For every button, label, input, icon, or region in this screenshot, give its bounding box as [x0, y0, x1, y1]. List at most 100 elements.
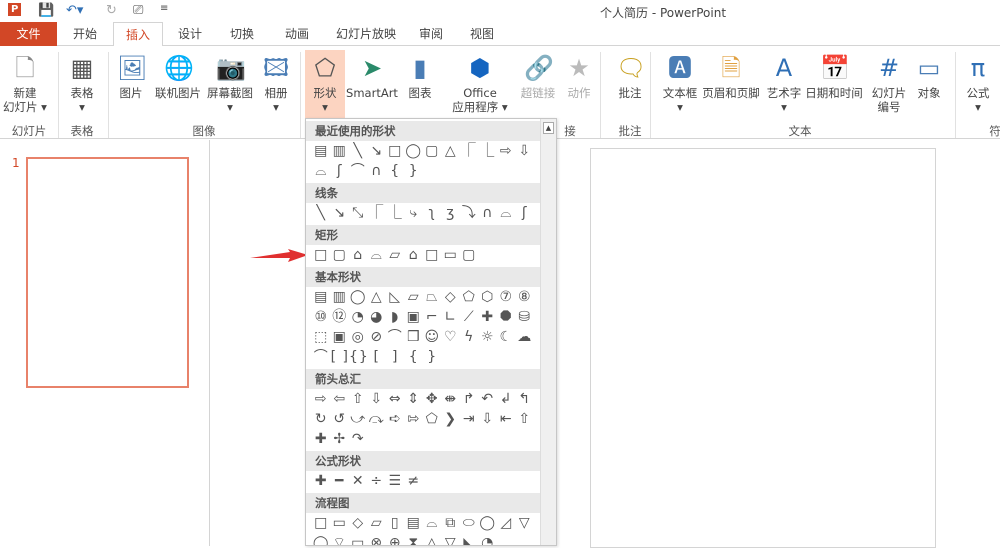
- ribbon-button-new-slide[interactable]: 🗋 新建 幻灯片 ▾: [2, 50, 48, 114]
- shape-item[interactable]: ⤻: [349, 409, 368, 429]
- shape-item[interactable]: ÷: [368, 471, 387, 491]
- shape-item[interactable]: ❒: [405, 327, 424, 347]
- shape-item[interactable]: ⌒: [312, 347, 331, 367]
- ribbon-button-textbox[interactable]: 🅰 文本框 ▾: [657, 50, 703, 114]
- shape-item[interactable]: ◯: [349, 287, 368, 307]
- tab-3[interactable]: 设计: [166, 22, 214, 46]
- shape-item[interactable]: [: [368, 347, 387, 367]
- ribbon-button-table[interactable]: ▦ 表格 ▾: [62, 50, 102, 114]
- shape-item[interactable]: ▭: [349, 533, 368, 545]
- shape-item[interactable]: □: [312, 513, 331, 533]
- slide-canvas[interactable]: [590, 148, 936, 548]
- shape-item[interactable]: ✚: [479, 307, 498, 327]
- shape-item[interactable]: ⇧: [516, 409, 535, 429]
- shape-item[interactable]: ⇼: [442, 389, 461, 409]
- shape-item[interactable]: ◔: [479, 533, 498, 545]
- shape-item[interactable]: ʒ: [442, 203, 461, 223]
- shape-item[interactable]: ]: [386, 347, 405, 367]
- shape-item[interactable]: ◿: [497, 513, 516, 533]
- shape-item[interactable]: ⤵: [460, 203, 479, 223]
- shape-item[interactable]: ▥: [331, 287, 350, 307]
- shape-item[interactable]: ⊗: [368, 533, 387, 545]
- shape-item[interactable]: ◔: [349, 307, 368, 327]
- shape-item[interactable]: ☾: [497, 327, 516, 347]
- shape-item[interactable]: ⏢: [423, 287, 442, 307]
- shape-item[interactable]: ▢: [460, 245, 479, 265]
- shape-item[interactable]: ◣: [460, 533, 479, 545]
- shape-item[interactable]: ━: [331, 471, 350, 491]
- shape-item[interactable]: ⧉: [442, 513, 461, 533]
- shape-item[interactable]: ⑦: [497, 287, 516, 307]
- shape-item[interactable]: ▱: [405, 287, 424, 307]
- ribbon-button-chart[interactable]: ▮ 图表: [402, 50, 438, 100]
- shape-item[interactable]: ♡: [442, 327, 461, 347]
- ribbon-button-datetime[interactable]: 📅 日期和时间: [803, 50, 865, 100]
- shape-item[interactable]: □: [423, 245, 442, 265]
- ribbon-button-smartart[interactable]: ➤ SmartArt: [346, 50, 398, 100]
- shape-item[interactable]: ⤷: [405, 203, 424, 223]
- shape-item[interactable]: ↘: [368, 141, 387, 161]
- shape-item[interactable]: ⌒: [349, 161, 368, 181]
- shape-item[interactable]: ⑫: [331, 307, 350, 327]
- ribbon-button-screenshot[interactable]: 📷 屏幕截图 ▾: [204, 50, 256, 114]
- shape-item[interactable]: ▤: [312, 141, 331, 161]
- shape-item[interactable]: ☺: [423, 327, 442, 347]
- shape-item[interactable]: ⇧: [349, 389, 368, 409]
- shape-item[interactable]: ▯: [386, 513, 405, 533]
- shape-item[interactable]: ↻: [312, 409, 331, 429]
- shape-item[interactable]: ▤: [405, 513, 424, 533]
- scroll-up-button[interactable]: ▲: [543, 122, 554, 134]
- shape-item[interactable]: ↘: [331, 203, 350, 223]
- shape-item[interactable]: ⇥: [460, 409, 479, 429]
- shape-item[interactable]: ⌒: [386, 327, 405, 347]
- shape-item[interactable]: ▤: [312, 287, 331, 307]
- slide-thumbnail-1[interactable]: [26, 157, 189, 388]
- shape-item[interactable]: ⬚: [312, 327, 331, 347]
- shape-item[interactable]: ϟ: [460, 327, 479, 347]
- ribbon-button-online-picture[interactable]: 🌐 联机图片: [151, 50, 205, 100]
- shape-item[interactable]: ╲: [349, 141, 368, 161]
- ribbon-button-comment[interactable]: 🗨 批注: [612, 50, 648, 100]
- ribbon-button-office-apps[interactable]: ⬢ Office 应用程序 ▾: [446, 50, 514, 114]
- shape-item[interactable]: ∩: [368, 161, 387, 181]
- shape-item[interactable]: ▣: [405, 307, 424, 327]
- shape-item[interactable]: ☁: [516, 327, 535, 347]
- save-icon[interactable]: 💾: [38, 3, 54, 18]
- undo-icon[interactable]: ↶▾: [66, 3, 83, 18]
- shape-item[interactable]: ◺: [386, 287, 405, 307]
- shape-item[interactable]: ◕: [368, 307, 387, 327]
- shape-item[interactable]: ⛁: [516, 307, 535, 327]
- ribbon-button-wordart[interactable]: A 艺术字 ▾: [764, 50, 804, 114]
- shape-item[interactable]: ⌓: [312, 161, 331, 181]
- shape-item[interactable]: ⎾: [368, 203, 387, 223]
- shape-item[interactable]: ▭: [442, 245, 461, 265]
- shape-item[interactable]: {: [405, 347, 424, 367]
- shape-item[interactable]: ☰: [386, 471, 405, 491]
- shape-item[interactable]: ⬡: [479, 287, 498, 307]
- ribbon-button-picture[interactable]: 🖼 图片: [113, 50, 149, 100]
- shape-item[interactable]: ↶: [479, 389, 498, 409]
- shape-item[interactable]: ⌂: [405, 245, 424, 265]
- shape-item[interactable]: ✕: [349, 471, 368, 491]
- shape-item[interactable]: ⤼: [368, 409, 387, 429]
- shape-item[interactable]: ⬭: [460, 513, 479, 533]
- shape-item[interactable]: ⊕: [386, 533, 405, 545]
- shape-item[interactable]: ✚: [312, 429, 331, 449]
- tab-0[interactable]: 文件: [0, 22, 57, 46]
- shape-item[interactable]: ʃ: [331, 161, 350, 181]
- shape-item[interactable]: ◯: [479, 513, 498, 533]
- ribbon-button-hyperlink[interactable]: 🔗 超链接: [518, 50, 558, 100]
- shape-item[interactable]: ⌓: [368, 245, 387, 265]
- shape-item[interactable]: ☼: [479, 327, 498, 347]
- ribbon-button-object[interactable]: ▭ 对象: [912, 50, 946, 100]
- shape-item[interactable]: ⇩: [516, 141, 535, 161]
- shape-item[interactable]: [ ]: [331, 347, 350, 367]
- shape-item[interactable]: ◇: [349, 513, 368, 533]
- shape-item[interactable]: ∩: [479, 203, 498, 223]
- shape-item[interactable]: ⑩: [312, 307, 331, 327]
- shape-item[interactable]: ⌂: [349, 245, 368, 265]
- shape-item[interactable]: △: [423, 533, 442, 545]
- ribbon-button-slide-number[interactable]: # 幻灯片 编号: [867, 50, 911, 114]
- shape-item[interactable]: ⇦: [331, 389, 350, 409]
- shape-item[interactable]: △: [368, 287, 387, 307]
